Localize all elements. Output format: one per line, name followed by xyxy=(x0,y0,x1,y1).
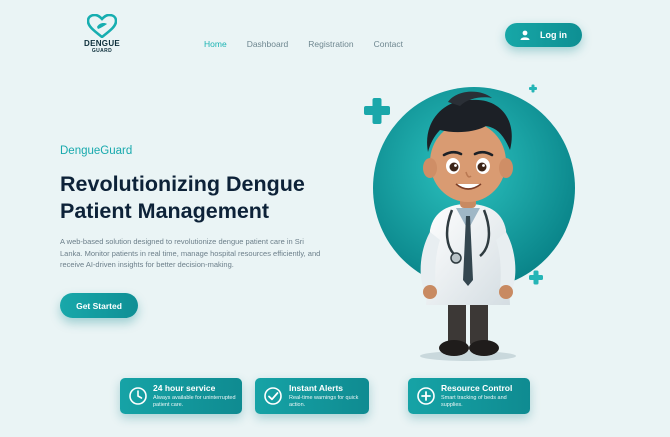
hero-description: A web-based solution designed to revolut… xyxy=(60,237,321,269)
login-button[interactable]: Log in xyxy=(505,23,582,47)
check-circle-icon xyxy=(264,387,282,405)
plus-circle-icon xyxy=(417,387,435,405)
feature-title: 24 hour service xyxy=(153,383,216,393)
heart-logo-icon xyxy=(87,14,117,38)
logo[interactable]: DENGUE GUARD xyxy=(84,14,120,54)
medical-cross-icon xyxy=(364,98,390,124)
feature-description: Always available for uninterrupted patie… xyxy=(153,395,236,408)
feature-description: Smart tracking of beds and supplies. xyxy=(441,395,507,408)
main-nav: Home Dashboard Registration Contact xyxy=(204,39,423,49)
logo-subtitle: GUARD xyxy=(91,48,113,54)
feature-description: Real-time warnings for quick action. xyxy=(289,395,359,408)
hero-eyebrow: DengueGuard xyxy=(60,145,133,157)
feature-card-24-hour[interactable]: 24 hour service Always available for uni… xyxy=(120,378,242,414)
logo-title: DENGUE xyxy=(84,39,121,48)
nav-dashboard[interactable]: Dashboard xyxy=(247,39,289,49)
medical-cross-small-icon xyxy=(529,270,543,285)
login-label: Log in xyxy=(540,30,567,40)
doctor-illustration xyxy=(364,84,575,361)
get-started-button[interactable]: Get Started xyxy=(60,293,138,318)
feature-card-instant-alerts[interactable]: Instant Alerts Real-time warnings for qu… xyxy=(255,378,369,414)
nav-registration[interactable]: Registration xyxy=(308,39,353,49)
hero-headline: Revolutionizing Dengue Patient Managemen… xyxy=(60,172,305,223)
feature-card-resource-control[interactable]: Resource Control Smart tracking of beds … xyxy=(408,378,530,414)
user-icon xyxy=(520,30,530,40)
nav-home[interactable]: Home xyxy=(204,39,227,49)
nav-contact[interactable]: Contact xyxy=(374,39,403,49)
feature-title: Resource Control xyxy=(441,383,513,393)
clock-icon xyxy=(129,387,147,405)
medical-cross-small-icon xyxy=(529,84,537,93)
landing-page: DENGUE GUARD Home Dashboard Registration… xyxy=(0,0,670,437)
feature-title: Instant Alerts xyxy=(289,383,344,393)
